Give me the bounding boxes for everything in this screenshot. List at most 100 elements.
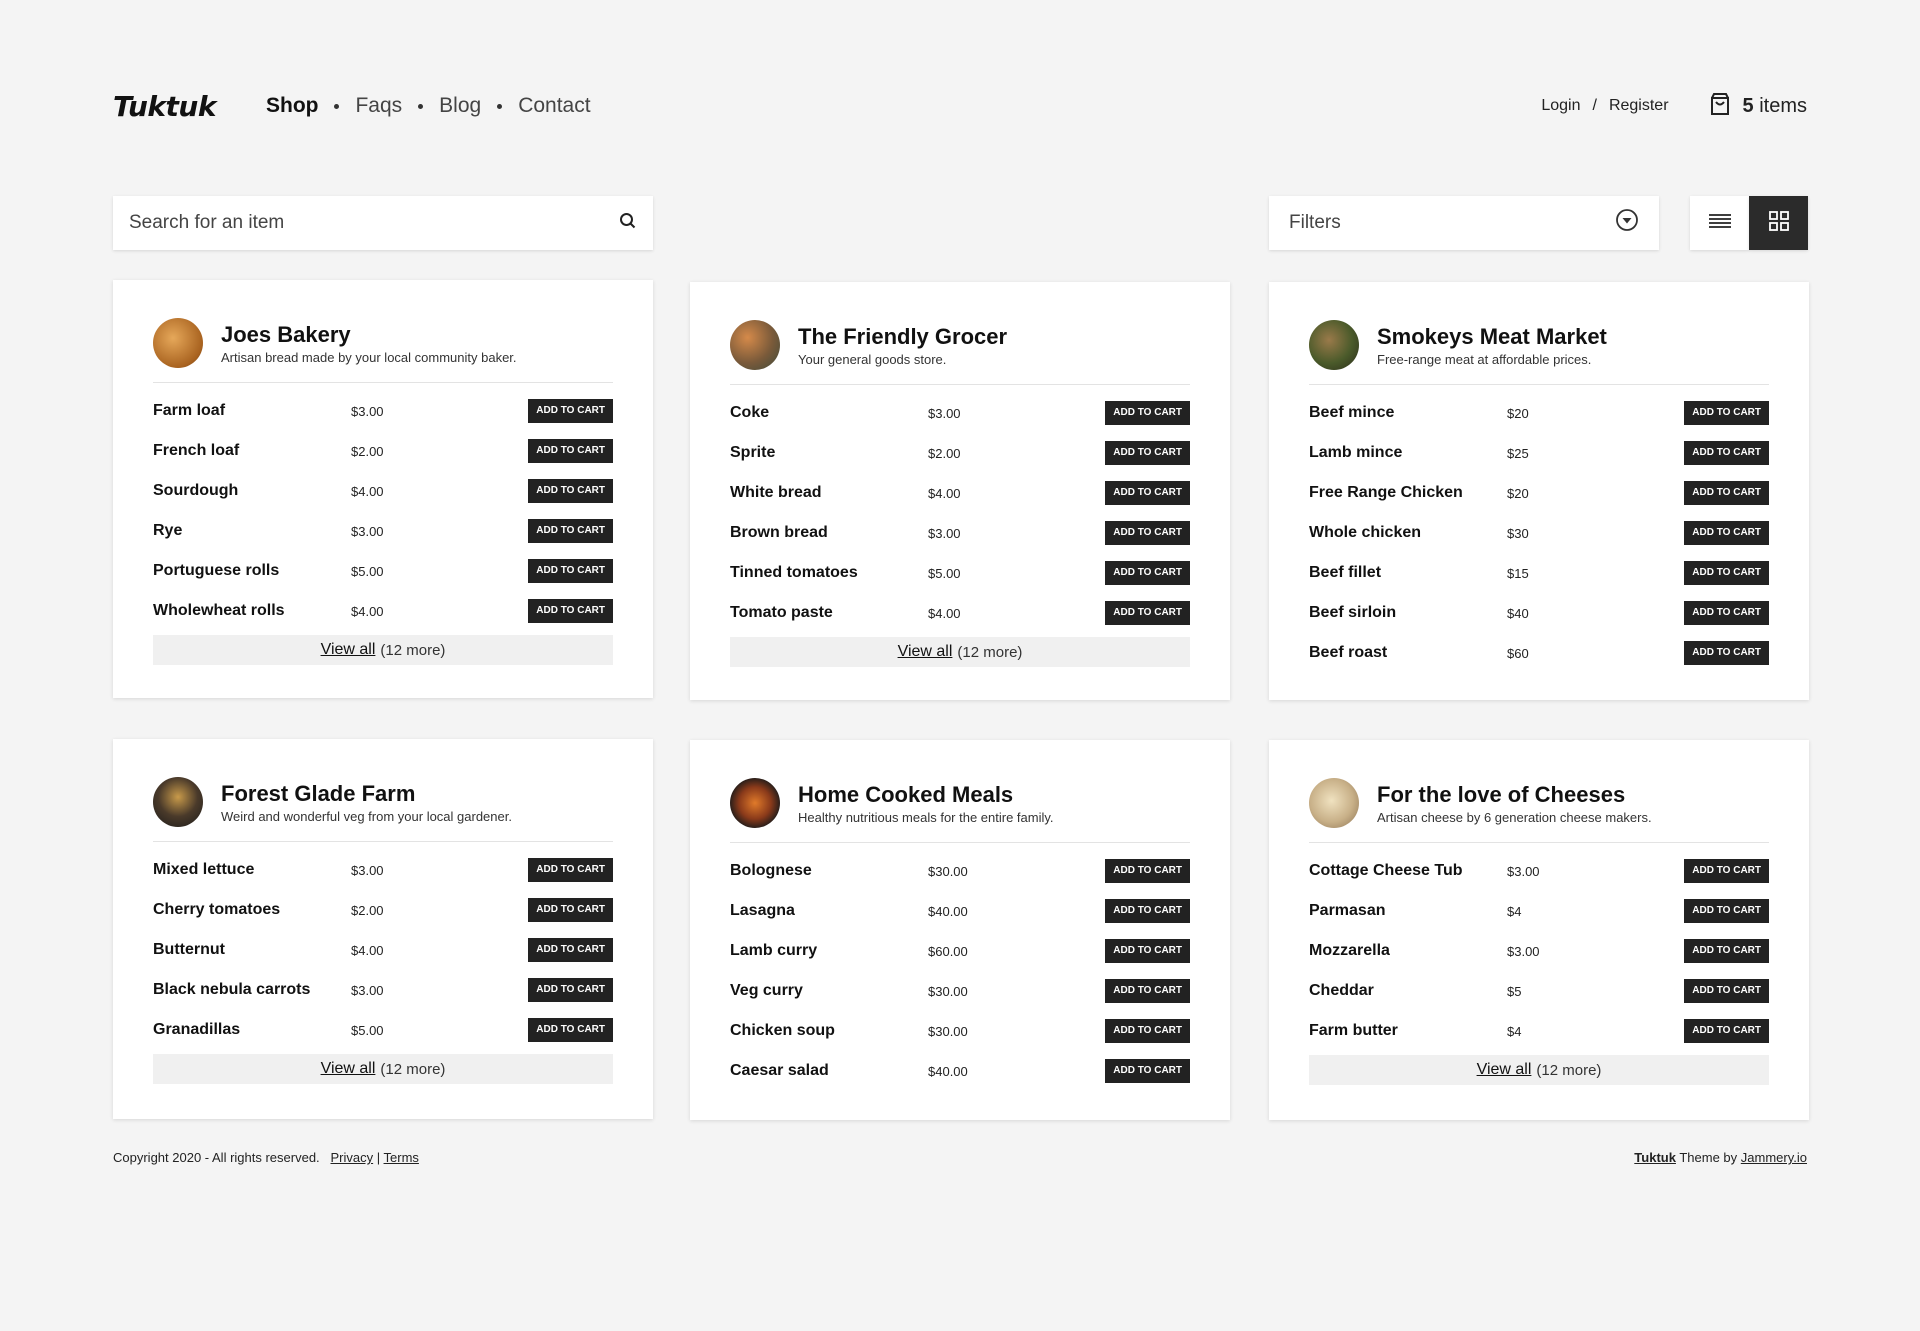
nav-contact[interactable]: Contact <box>518 94 590 118</box>
add-to-cart-button[interactable]: Add to cart <box>1105 939 1190 963</box>
vendor-title[interactable]: Forest Glade Farm <box>221 781 512 807</box>
grid-view-button[interactable] <box>1749 196 1808 250</box>
product-name: Tomato paste <box>730 604 833 621</box>
add-to-cart-button[interactable]: Add to cart <box>1684 979 1769 1003</box>
product-name: Sourdough <box>153 482 239 499</box>
add-to-cart-button[interactable]: Add to cart <box>1684 641 1769 665</box>
add-to-cart-button[interactable]: Add to cart <box>1105 899 1190 923</box>
vendor-title[interactable]: Smokeys Meat Market <box>1377 324 1607 350</box>
add-to-cart-button[interactable]: Add to cart <box>1684 939 1769 963</box>
vendor-avatar[interactable] <box>730 320 780 370</box>
product-name: Beef roast <box>1309 644 1388 661</box>
vendor-avatar[interactable] <box>153 777 203 827</box>
add-to-cart-button[interactable]: Add to cart <box>528 898 613 922</box>
nav-separator-dot <box>418 103 424 109</box>
vendor-title[interactable]: The Friendly Grocer <box>798 324 1007 350</box>
product-name: Lasagna <box>730 902 795 919</box>
add-to-cart-button[interactable]: Add to cart <box>528 479 613 503</box>
view-all-link[interactable]: View all <box>321 1060 376 1078</box>
view-all-bar: View all (12 more) <box>730 637 1190 667</box>
view-all-link[interactable]: View all <box>321 641 376 659</box>
product-price: $4 <box>1507 903 1522 919</box>
vendor-header: Smokeys Meat Market Free-range meat at a… <box>1309 320 1769 385</box>
add-to-cart-button[interactable]: Add to cart <box>1684 601 1769 625</box>
view-all-bar: View all (12 more) <box>1309 1055 1769 1085</box>
vendor-title[interactable]: For the love of Cheeses <box>1377 782 1652 808</box>
product-name: Coke <box>730 404 770 421</box>
view-all-link[interactable]: View all <box>898 643 953 661</box>
add-to-cart-button[interactable]: Add to cart <box>1684 521 1769 545</box>
product-name: Parmasan <box>1309 902 1386 919</box>
add-to-cart-button[interactable]: Add to cart <box>528 978 613 1002</box>
site-header: Tuktuk Shop Faqs Blog Contact Login / Re… <box>113 88 1807 124</box>
add-to-cart-button[interactable]: Add to cart <box>528 559 613 583</box>
add-to-cart-button[interactable]: Add to cart <box>528 858 613 882</box>
add-to-cart-button[interactable]: Add to cart <box>528 599 613 623</box>
product-name: Caesar salad <box>730 1062 829 1079</box>
product-row: Whole chicken $30 Add to cart <box>1309 513 1769 553</box>
vendor-card: Smokeys Meat Market Free-range meat at a… <box>1269 282 1809 700</box>
add-to-cart-button[interactable]: Add to cart <box>1684 859 1769 883</box>
add-to-cart-button[interactable]: Add to cart <box>1684 561 1769 585</box>
search-input[interactable] <box>129 212 619 234</box>
product-price: $4.00 <box>351 942 384 958</box>
add-to-cart-button[interactable]: Add to cart <box>528 1018 613 1042</box>
product-price: $20 <box>1507 485 1529 501</box>
add-to-cart-button[interactable]: Add to cart <box>528 399 613 423</box>
nav-blog[interactable]: Blog <box>439 94 481 118</box>
nav-separator-dot <box>497 103 503 109</box>
privacy-link[interactable]: Privacy <box>331 1150 374 1165</box>
add-to-cart-button[interactable]: Add to cart <box>528 519 613 543</box>
add-to-cart-button[interactable]: Add to cart <box>1105 441 1190 465</box>
product-price: $3.00 <box>351 862 384 878</box>
vendor-avatar[interactable] <box>1309 778 1359 828</box>
add-to-cart-button[interactable]: Add to cart <box>1105 601 1190 625</box>
register-link[interactable]: Register <box>1609 97 1669 115</box>
add-to-cart-button[interactable]: Add to cart <box>1684 1019 1769 1043</box>
add-to-cart-button[interactable]: Add to cart <box>528 439 613 463</box>
product-row: Cherry tomatoes $2.00 Add to cart <box>153 890 613 930</box>
view-all-link[interactable]: View all <box>1477 1061 1532 1079</box>
add-to-cart-button[interactable]: Add to cart <box>1105 979 1190 1003</box>
add-to-cart-button[interactable]: Add to cart <box>1105 521 1190 545</box>
product-row: Coke $3.00 Add to cart <box>730 393 1190 433</box>
product-row: Farm butter $4 Add to cart <box>1309 1011 1769 1051</box>
vendor-avatar[interactable] <box>730 778 780 828</box>
nav-shop[interactable]: Shop <box>266 94 319 118</box>
product-price: $5 <box>1507 983 1522 999</box>
add-to-cart-button[interactable]: Add to cart <box>1105 1019 1190 1043</box>
add-to-cart-button[interactable]: Add to cart <box>1105 401 1190 425</box>
add-to-cart-button[interactable]: Add to cart <box>1105 859 1190 883</box>
product-name: Beef sirloin <box>1309 604 1397 621</box>
cart-button[interactable]: 5 items <box>1709 92 1807 121</box>
vendor-title[interactable]: Home Cooked Meals <box>798 782 1054 808</box>
vendor-header: Home Cooked Meals Healthy nutritious mea… <box>730 778 1190 843</box>
filters-dropdown[interactable]: Filters <box>1269 196 1659 250</box>
add-to-cart-button[interactable]: Add to cart <box>528 938 613 962</box>
add-to-cart-button[interactable]: Add to cart <box>1105 561 1190 585</box>
product-name: Tinned tomatoes <box>730 564 858 581</box>
site-logo[interactable]: Tuktuk <box>113 90 216 123</box>
add-to-cart-button[interactable]: Add to cart <box>1105 1059 1190 1083</box>
add-to-cart-button[interactable]: Add to cart <box>1105 481 1190 505</box>
more-count: (12 more) <box>957 643 1023 661</box>
product-price: $3.00 <box>351 403 384 419</box>
search-icon[interactable] <box>619 212 637 235</box>
add-to-cart-button[interactable]: Add to cart <box>1684 481 1769 505</box>
author-link[interactable]: Jammery.io <box>1741 1150 1807 1165</box>
add-to-cart-button[interactable]: Add to cart <box>1684 401 1769 425</box>
add-to-cart-button[interactable]: Add to cart <box>1684 441 1769 465</box>
nav-faqs[interactable]: Faqs <box>355 94 402 118</box>
add-to-cart-button[interactable]: Add to cart <box>1684 899 1769 923</box>
terms-link[interactable]: Terms <box>384 1150 419 1165</box>
brand-link[interactable]: Tuktuk <box>1634 1150 1676 1165</box>
product-price: $40.00 <box>928 1063 968 1079</box>
vendor-title[interactable]: Joes Bakery <box>221 322 517 348</box>
list-view-button[interactable] <box>1690 196 1749 250</box>
login-link[interactable]: Login <box>1541 97 1580 115</box>
product-price: $5.00 <box>351 563 384 579</box>
vendor-avatar[interactable] <box>1309 320 1359 370</box>
product-name: Cottage Cheese Tub <box>1309 862 1463 879</box>
vendor-avatar[interactable] <box>153 318 203 368</box>
product-name: Mixed lettuce <box>153 861 255 878</box>
